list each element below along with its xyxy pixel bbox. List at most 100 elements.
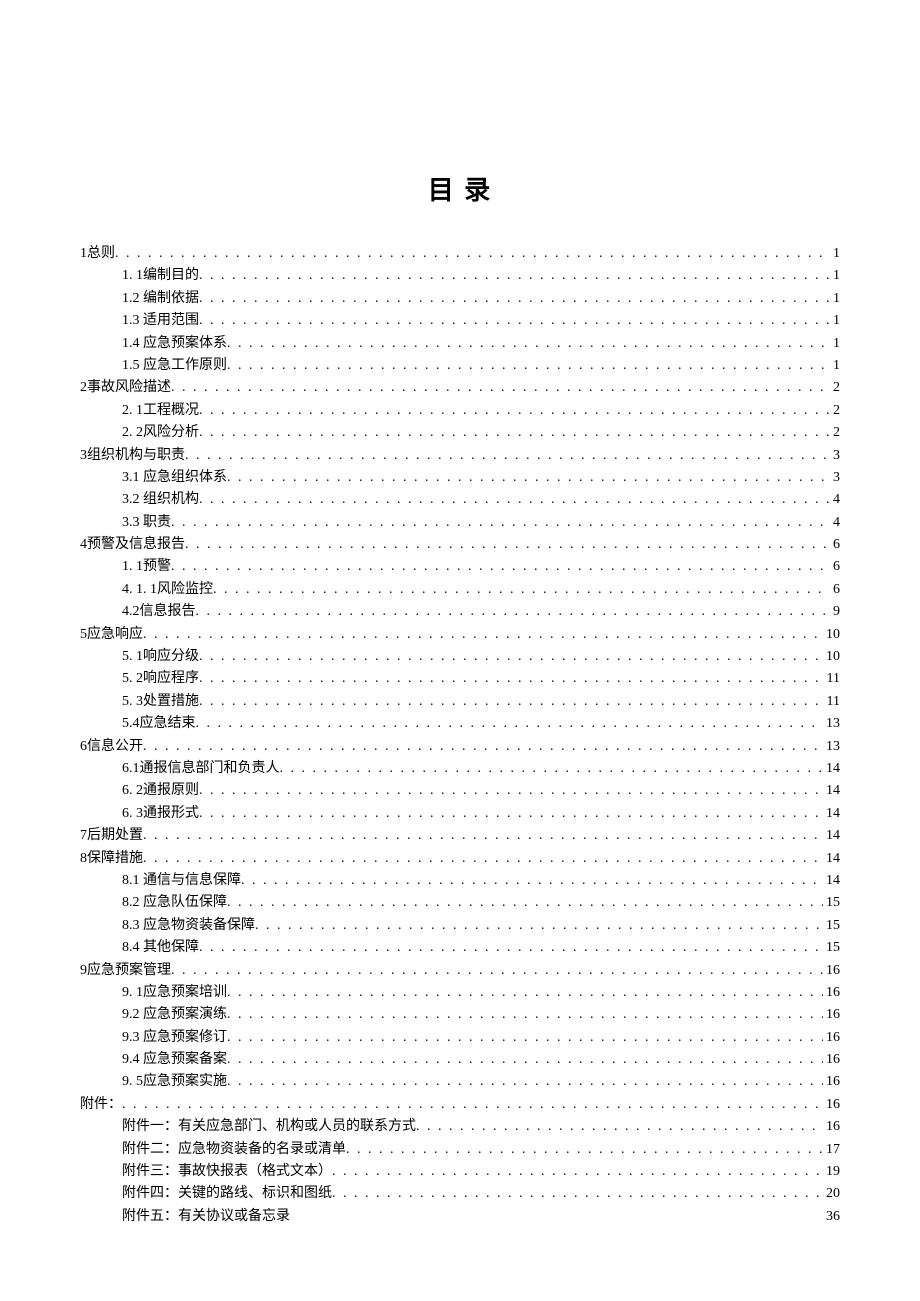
toc-entry-page: 9 [830, 601, 840, 623]
toc-leader-dots [241, 870, 823, 892]
toc-leader-dots [227, 1027, 823, 1049]
toc-entry-page: 1 [830, 288, 840, 310]
toc-entry-text: 附件： [80, 1094, 122, 1116]
toc-entry-text: 5. 1响应分级 [122, 646, 199, 668]
toc-entry: 5.4应急结束 13 [80, 713, 840, 735]
toc-leader-dots [143, 736, 823, 758]
toc-entry-text: 5.4应急结束 [122, 713, 196, 735]
toc-leader-dots [185, 534, 830, 556]
toc-entry-text: 3.1 应急组织体系 [122, 467, 227, 489]
toc-leader-dots [196, 713, 824, 735]
toc-leader-dots [213, 579, 830, 601]
toc-entry-page: 15 [823, 937, 840, 959]
toc-entry: 3.3 职责 4 [80, 512, 840, 534]
toc-entry-page: 20 [823, 1183, 840, 1205]
toc-entry-text: 5应急响应 [80, 624, 143, 646]
toc-entry-page: 2 [830, 422, 840, 444]
toc-leader-dots [143, 848, 823, 870]
toc-leader-dots [199, 803, 823, 825]
toc-entry: 3.1 应急组织体系3 [80, 467, 840, 489]
toc-entry-text: 3.3 职责 [122, 512, 171, 534]
toc-entry-text: 4. 1. 1风险监控 [122, 579, 213, 601]
toc-entry-text: 8.2 应急队伍保障 [122, 892, 227, 914]
toc-entry-page: 6 [830, 579, 840, 601]
toc-entry-page: 16 [823, 1004, 840, 1026]
toc-entry: 4预警及信息报告6 [80, 534, 840, 556]
toc-entry: 9.4 应急预案备案16 [80, 1049, 840, 1071]
toc-entry: 8.2 应急队伍保障 15 [80, 892, 840, 914]
toc-entry-page: 14 [823, 758, 840, 780]
toc-entry-text: 2事故风险描述 [80, 377, 171, 399]
toc-entry-text: 4.2信息报告 [122, 601, 196, 623]
toc-leader-dots [227, 1004, 823, 1026]
toc-entry-text: 8.4 其他保障 [122, 937, 199, 959]
toc-entry-page: 36 [823, 1206, 840, 1228]
toc-entry-text: 附件五：有关协议或备忘录 [122, 1206, 290, 1228]
toc-entry-text: 附件三：事故快报表（格式文本） [122, 1161, 332, 1183]
toc-entry-text: 9. 5应急预案实施 [122, 1071, 227, 1093]
toc-entry-page: 19 [823, 1161, 840, 1183]
toc-entry-page: 16 [823, 1094, 840, 1116]
toc-entry: 3.2 组织机构4 [80, 489, 840, 511]
toc-entry: 附件： 16 [80, 1094, 840, 1116]
toc-leader-dots [199, 937, 823, 959]
toc-entry-page: 13 [823, 713, 840, 735]
toc-entry-page: 10 [823, 646, 840, 668]
toc-entry-page: 1 [830, 310, 840, 332]
toc-entry-text: 1. 1编制目的 [122, 265, 199, 287]
toc-leader-dots [199, 668, 824, 690]
toc-entry: 1. 1编制目的1 [80, 265, 840, 287]
toc-entry: 8.3 应急物资装备保障15 [80, 915, 840, 937]
toc-entry: 附件三：事故快报表（格式文本） 19 [80, 1161, 840, 1183]
toc-entry-text: 8.3 应急物资装备保障 [122, 915, 255, 937]
toc-entry-text: 1.3 适用范围 [122, 310, 199, 332]
toc-entry-page: 4 [830, 512, 840, 534]
toc-leader-dots [171, 556, 830, 578]
toc-entry-page: 10 [823, 624, 840, 646]
toc-entry-text: 1. 1预警 [122, 556, 171, 578]
toc-leader-dots [199, 646, 823, 668]
toc-entry: 4. 1. 1风险监控 6 [80, 579, 840, 601]
toc-entry-page: 16 [823, 960, 840, 982]
toc-entry-text: 1总则 [80, 243, 115, 265]
toc-entry-text: 2. 1工程概况 [122, 400, 199, 422]
toc-entry-page: 14 [823, 870, 840, 892]
toc-entry: 5. 1响应分级 10 [80, 646, 840, 668]
toc-entry-text: 9. 1应急预案培训 [122, 982, 227, 1004]
toc-entry-page: 11 [824, 691, 840, 713]
toc-leader-dots [199, 400, 830, 422]
toc-leader-dots [199, 422, 830, 444]
toc-leader-dots [227, 355, 830, 377]
toc-entry: 附件一：有关应急部门、机构或人员的联系方式 16 [80, 1116, 840, 1138]
toc-entry: 9. 5应急预案实施 16 [80, 1071, 840, 1093]
toc-entry: 1总则1 [80, 243, 840, 265]
toc-entry-text: 8.1 通信与信息保障 [122, 870, 241, 892]
toc-entry-page: 3 [830, 445, 840, 467]
toc-entry-page: 16 [823, 1049, 840, 1071]
toc-entry: 6.1通报信息部门和负责人 14 [80, 758, 840, 780]
toc-entry-page: 6 [830, 556, 840, 578]
toc-entry-page: 13 [823, 736, 840, 758]
toc-entry: 8.1 通信与信息保障 14 [80, 870, 840, 892]
toc-entry-page: 14 [823, 780, 840, 802]
toc-leader-dots [227, 1049, 823, 1071]
toc-entry: 1.5 应急工作原则1 [80, 355, 840, 377]
toc-entry-text: 附件二：应急物资装备的名录或清单 [122, 1139, 346, 1161]
toc-entry-page: 16 [823, 1071, 840, 1093]
toc-leader-dots [227, 467, 830, 489]
toc-entry: 6. 2通报原则14 [80, 780, 840, 802]
toc-entry: 5. 3处置措施11 [80, 691, 840, 713]
toc-entry: 2. 1工程概况2 [80, 400, 840, 422]
toc-entry: 4.2信息报告 9 [80, 601, 840, 623]
toc-leader-dots [227, 982, 823, 1004]
toc-entry-text: 3.2 组织机构 [122, 489, 199, 511]
toc-leader-dots [122, 1094, 823, 1116]
toc-leader-dots [171, 377, 830, 399]
toc-entry-page: 15 [823, 892, 840, 914]
toc-entry: 5. 2响应程序11 [80, 668, 840, 690]
toc-entry-text: 6.1通报信息部门和负责人 [122, 758, 280, 780]
toc-leader-dots [196, 601, 831, 623]
toc-entry-text: 附件四：关键的路线、标识和图纸 [122, 1183, 332, 1205]
toc-entry-page: 11 [824, 668, 840, 690]
toc-entry: 8保障措施14 [80, 848, 840, 870]
